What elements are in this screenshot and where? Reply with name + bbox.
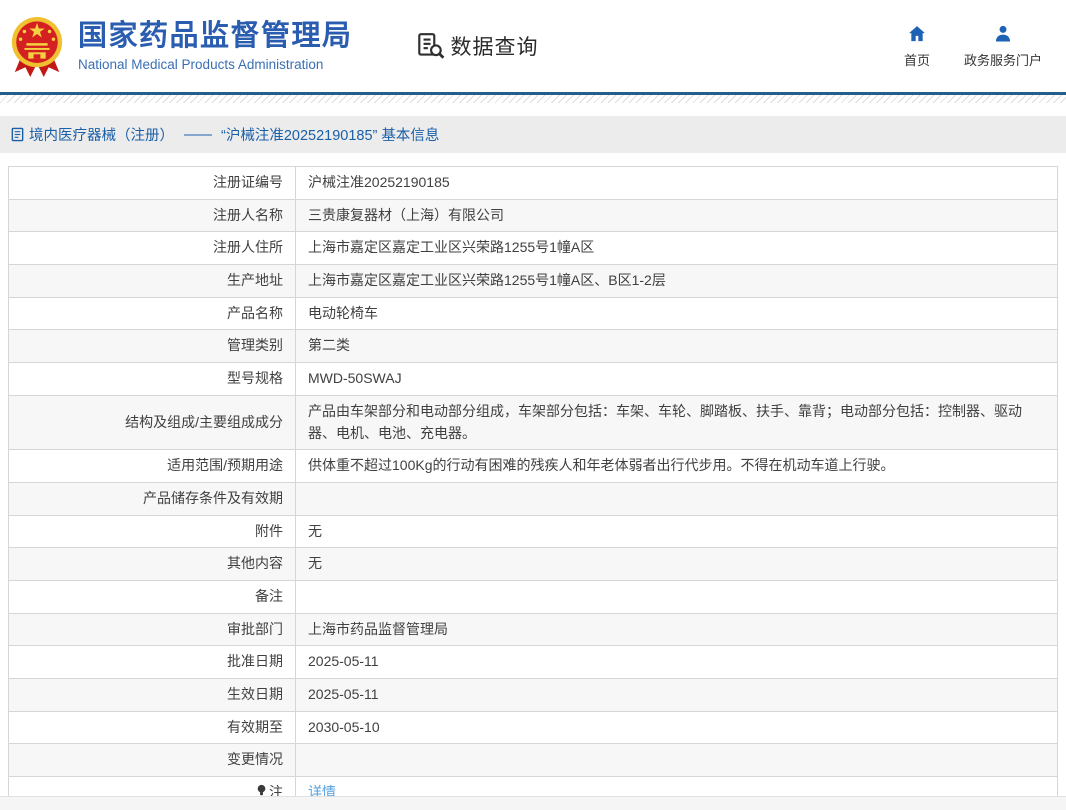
org-name-en: National Medical Products Administration xyxy=(78,56,324,72)
row-value: 电动轮椅车 xyxy=(295,296,1058,331)
row-label: 生效日期 xyxy=(8,678,296,712)
nav-home[interactable]: 首页 xyxy=(904,24,930,69)
breadcrumb: 境内医疗器械（注册） —— “沪械注准20252190185” 基本信息 xyxy=(0,116,1066,153)
row-label: 附件 xyxy=(8,514,296,549)
national-emblem-icon xyxy=(8,15,66,79)
footer-band xyxy=(0,795,1066,810)
table-row: 审批部门 上海市药品监督管理局 xyxy=(8,612,1058,647)
row-value: 无 xyxy=(295,547,1058,581)
row-value: 三贵康复器材（上海）有限公司 xyxy=(295,198,1058,233)
row-label: 型号规格 xyxy=(8,362,296,396)
registration-info-table: 注册证编号 沪械注准20252190185 注册人名称 三贵康复器材（上海）有限公司注… xyxy=(8,166,1058,810)
row-label: 注册人住所 xyxy=(8,231,296,266)
top-nav: 首页 政务服务门户 xyxy=(904,24,1042,69)
row-value: 上海市嘉定区嘉定工业区兴荣路1255号1幢A区 xyxy=(295,231,1058,266)
data-query-heading: 数据查询 xyxy=(415,31,539,61)
row-value: 2030-05-10 xyxy=(295,710,1058,745)
row-value: 2025-05-11 xyxy=(295,645,1058,679)
row-label: 批准日期 xyxy=(8,645,296,679)
brand-text: 国家药品监督管理局 National Medical Products Admi… xyxy=(78,20,353,71)
org-name-cn: 国家药品监督管理局 xyxy=(78,20,353,53)
info-table-body: 注册证编号 沪械注准20252190185 注册人名称 三贵康复器材（上海）有限公司注… xyxy=(8,166,1058,810)
row-label: 结构及组成/主要组成成分 xyxy=(8,394,296,451)
row-value xyxy=(295,579,1058,614)
row-label: 生产地址 xyxy=(8,264,296,298)
table-row: 产品名称 电动轮椅车 xyxy=(8,296,1058,331)
document-search-icon xyxy=(415,31,445,61)
row-value xyxy=(295,743,1058,778)
data-query-label: 数据查询 xyxy=(450,36,539,59)
site-header: 国家药品监督管理局 National Medical Products Admi… xyxy=(0,0,1066,92)
table-row: 附件无 xyxy=(8,514,1058,549)
table-row: 注册人住所 上海市嘉定区嘉定工业区兴荣路1255号1幢A区 xyxy=(8,231,1058,266)
table-row: 备注 xyxy=(8,579,1058,614)
table-row: 适用范围/预期用途 供体重不超过100Kg的行动有困难的残疾人和年老体弱者出行代步… xyxy=(8,449,1058,483)
row-value: MWD-50SWAJ xyxy=(295,362,1058,396)
breadcrumb-category[interactable]: 境内医疗器械（注册） xyxy=(29,124,174,145)
row-value: 产品由车架部分和电动部分组成，车架部分包括：车架、车轮、脚踏板、扶手、靠背；电动… xyxy=(295,394,1058,451)
table-row: 注册证编号 沪械注准20252190185 xyxy=(8,166,1058,200)
row-label: 有效期至 xyxy=(8,710,296,745)
row-value xyxy=(295,481,1058,516)
nav-gov-portal-label: 政务服务门户 xyxy=(963,52,1042,68)
row-value: 沪械注准20252190185 xyxy=(295,166,1058,200)
table-row: 其他内容无 xyxy=(8,547,1058,581)
row-label: 注册证编号 xyxy=(8,166,296,200)
row-label: 其他内容 xyxy=(8,547,296,581)
row-label: 注册人名称 xyxy=(8,198,296,233)
home-icon xyxy=(907,24,927,44)
table-row: 变更情况 xyxy=(8,743,1058,778)
row-label: 管理类别 xyxy=(8,329,296,364)
table-row: 管理类别 第二类 xyxy=(8,329,1058,364)
hatch-band xyxy=(0,95,1066,103)
table-row: 生产地址 上海市嘉定区嘉定工业区兴荣路1255号1幢A区、B区1-2层 xyxy=(8,264,1058,298)
row-label: 备注 xyxy=(8,579,296,614)
table-row: 产品储存条件及有效期 xyxy=(8,481,1058,516)
table-row: 批准日期 2025-05-11 xyxy=(8,645,1058,679)
row-value: 上海市嘉定区嘉定工业区兴荣路1255号1幢A区、B区1-2层 xyxy=(295,264,1058,298)
table-row: 结构及组成/主要组成成分 产品由车架部分和电动部分组成，车架部分包括：车架、车轮、… xyxy=(8,394,1058,451)
row-label: 产品名称 xyxy=(8,296,296,331)
row-value: 第二类 xyxy=(295,329,1058,364)
table-row: 有效期至 2030-05-10 xyxy=(8,710,1058,745)
table-row: 型号规格 MWD-50SWAJ xyxy=(8,362,1058,396)
row-value: 2025-05-11 xyxy=(295,678,1058,712)
table-row: 注册人名称 三贵康复器材（上海）有限公司 xyxy=(8,198,1058,233)
breadcrumb-separator: —— xyxy=(184,126,212,143)
document-icon xyxy=(10,127,25,142)
row-label: 适用范围/预期用途 xyxy=(8,449,296,483)
row-label: 产品储存条件及有效期 xyxy=(8,481,296,516)
row-value: 供体重不超过100Kg的行动有困难的残疾人和年老体弱者出行代步用。不得在机动车道… xyxy=(295,449,1058,483)
nav-gov-portal[interactable]: 政务服务门户 xyxy=(964,24,1042,69)
nav-home-label: 首页 xyxy=(903,52,930,68)
user-icon xyxy=(993,24,1013,44)
row-label: 变更情况 xyxy=(8,743,296,778)
brand: 国家药品监督管理局 National Medical Products Admi… xyxy=(8,13,353,79)
row-label: 审批部门 xyxy=(8,612,296,647)
row-value: 上海市药品监督管理局 xyxy=(295,612,1058,647)
table-row: 生效日期 2025-05-11 xyxy=(8,678,1058,712)
row-value: 无 xyxy=(295,514,1058,549)
breadcrumb-detail: “沪械注准20252190185” 基本信息 xyxy=(221,128,440,144)
